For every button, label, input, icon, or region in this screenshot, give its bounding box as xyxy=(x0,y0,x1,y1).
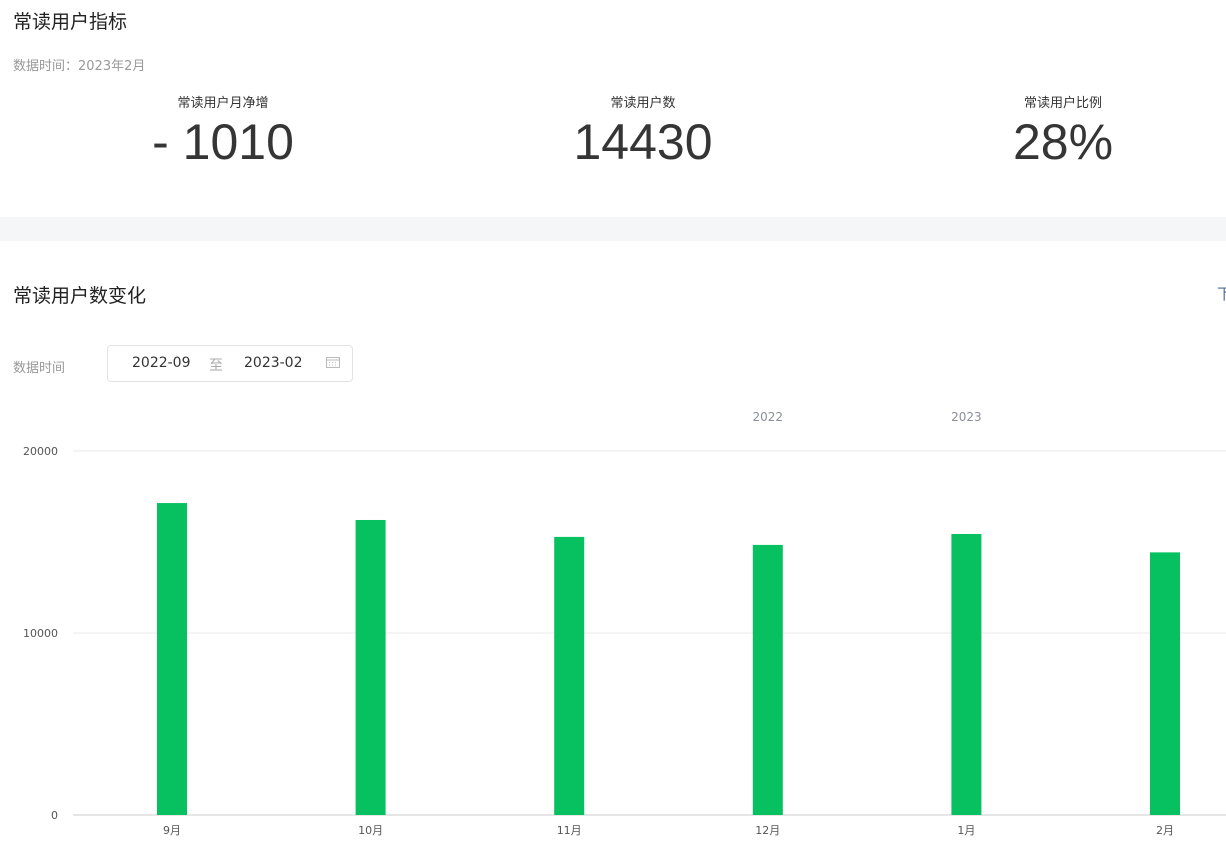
year-marker: 2023 xyxy=(951,410,982,424)
range-separator: 至 xyxy=(209,358,223,374)
metric-value: - 1010 xyxy=(152,114,294,170)
bar-chart: 0 10000 20000 9月 10月 11月 12月 1月 2月 2022 2023 xyxy=(23,410,1226,837)
trend-title: 常读用户数变化 xyxy=(13,285,147,307)
x-tick-label: 11月 xyxy=(557,824,582,837)
bar-6 xyxy=(1150,552,1180,815)
section-divider xyxy=(0,217,1226,241)
metric-label: 常读用户比例 xyxy=(1023,96,1102,111)
calendar-icon xyxy=(326,356,340,368)
download-link[interactable]: 下 xyxy=(1217,283,1226,304)
metric-value: 28% xyxy=(1012,114,1114,170)
bar-3 xyxy=(554,536,585,815)
x-tick-label: 1月 xyxy=(957,824,975,837)
metrics-data-time: 数据时间：2023年2月 xyxy=(13,59,146,74)
metric-net-growth: 常读用户月净增 - 1010 xyxy=(73,92,373,171)
bar-4 xyxy=(752,544,783,815)
metric-label: 常读用户数 xyxy=(610,96,676,111)
start-date[interactable]: 2022-09 xyxy=(132,355,191,371)
y-tick-label: 20000 xyxy=(23,445,58,458)
metric-label: 常读用户月净增 xyxy=(177,96,269,111)
x-tick-label: 12月 xyxy=(755,824,780,837)
bar-1 xyxy=(157,503,187,815)
year-marker: 2022 xyxy=(753,410,784,424)
metric-value: 14430 xyxy=(573,114,713,170)
x-tick-label: 9月 xyxy=(163,824,181,837)
bar-5 xyxy=(951,533,982,815)
filter-label: 数据时间 xyxy=(13,361,66,376)
metrics-title: 常读用户指标 xyxy=(13,11,128,33)
metric-user-count: 常读用户数 14430 xyxy=(493,92,793,171)
date-range-picker[interactable]: 2022-09 至 2023-02 xyxy=(107,345,353,382)
metric-user-ratio: 常读用户比例 28% xyxy=(913,92,1213,171)
bar-2 xyxy=(355,519,386,815)
y-tick-label: 0 xyxy=(51,809,58,822)
x-tick-label: 10月 xyxy=(358,824,383,837)
end-date[interactable]: 2023-02 xyxy=(244,355,303,371)
y-tick-label: 10000 xyxy=(23,627,58,640)
x-tick-label: 2月 xyxy=(1156,824,1174,837)
